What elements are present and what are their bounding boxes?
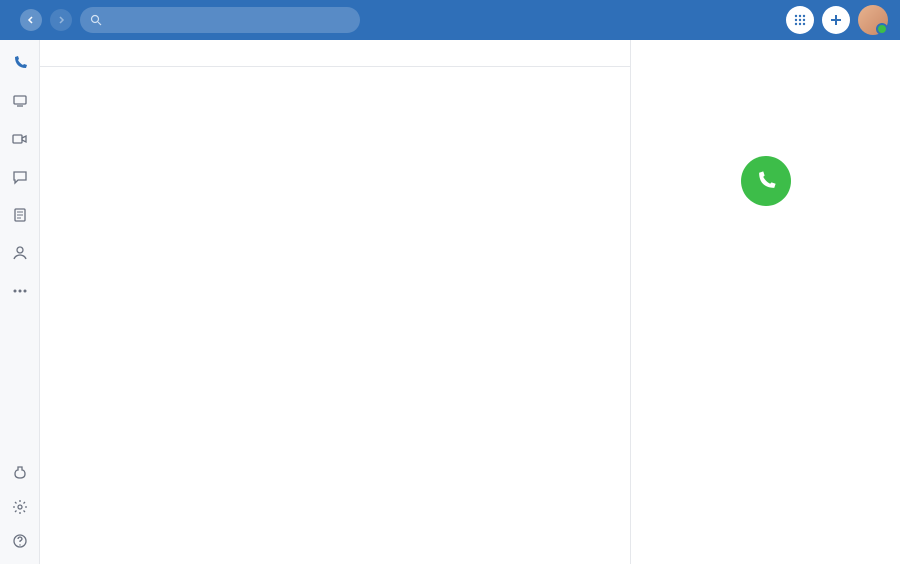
sidebar-chat-icon[interactable] [11, 168, 29, 186]
dialpad-button[interactable] [786, 6, 814, 34]
sidebar-notes-icon[interactable] [11, 206, 29, 224]
sidebar-video-icon[interactable] [11, 130, 29, 148]
sidebar-settings-icon[interactable] [11, 498, 29, 516]
nav-back-button[interactable] [20, 9, 42, 31]
topbar [0, 0, 900, 40]
page-title [40, 40, 630, 66]
sidebar-help-icon[interactable] [11, 532, 29, 550]
sidebar-contacts-icon[interactable] [11, 244, 29, 262]
search-icon [90, 14, 102, 26]
sidebar-apps-icon[interactable] [11, 464, 29, 482]
call-list [40, 67, 630, 564]
call-button[interactable] [741, 156, 791, 206]
profile-avatar[interactable] [858, 5, 888, 35]
sidebar-more-icon[interactable] [11, 282, 29, 300]
sidebar-devices-icon[interactable] [11, 92, 29, 110]
dialer-panel [630, 40, 900, 564]
search-input[interactable] [80, 7, 360, 33]
sidebar [0, 40, 40, 564]
add-button[interactable] [822, 6, 850, 34]
nav-forward-button[interactable] [50, 9, 72, 31]
calls-panel [40, 40, 630, 564]
sidebar-phone-icon[interactable] [11, 54, 29, 72]
